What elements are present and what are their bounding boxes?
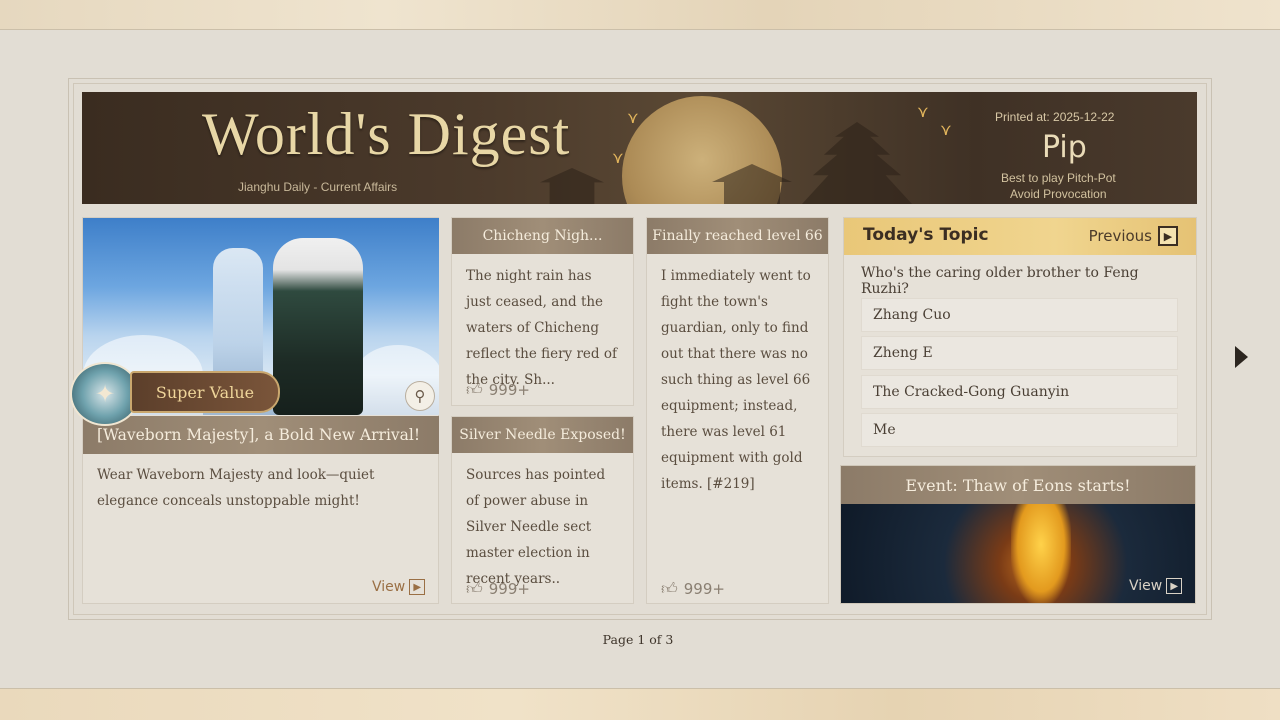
previous-topic-button[interactable]: Previous ▶ — [1089, 226, 1178, 246]
masthead-title: World's Digest — [202, 101, 571, 167]
masthead-banner: ⋎ ⋎ ⋎ ⋎ World's Digest Jianghu Daily - C… — [82, 92, 1197, 204]
article-body: I immediately went to fight the town's g… — [661, 268, 811, 492]
article-title: Finally reached level 66 — [647, 218, 828, 254]
zoom-search-button[interactable]: ⚲ — [405, 381, 435, 411]
bottom-border — [0, 688, 1280, 720]
player-name: Pip — [1042, 130, 1087, 165]
article-body: Sources has pointed of power abuse in Si… — [466, 467, 606, 587]
like-count: 999+ — [488, 381, 530, 399]
like-count: 999+ — [683, 580, 725, 598]
event-title: Event: Thaw of Eons starts! — [841, 466, 1195, 504]
thumbs-up-icon: 👍︎ — [466, 380, 483, 399]
like-counter[interactable]: 👍︎ 999+ — [466, 579, 530, 599]
feature-view-link[interactable]: View ▶ — [372, 579, 426, 595]
topic-title: Today's Topic — [863, 225, 989, 245]
search-icon: ⚲ — [414, 387, 426, 405]
pagoda-decoration — [802, 122, 912, 204]
previous-label: Previous — [1088, 227, 1152, 245]
article-card[interactable]: Finally reached level 66 I immediately w… — [646, 217, 829, 604]
bird-icon: ⋎ — [612, 148, 624, 167]
topic-header: Today's Topic Previous ▶ — [844, 218, 1196, 255]
answer-option[interactable]: Me — [861, 413, 1178, 447]
thumbs-up-icon: 👍︎ — [661, 579, 678, 598]
view-label: View — [1129, 578, 1163, 594]
article-card[interactable]: Chicheng Nigh... The night rain has just… — [451, 217, 634, 406]
daily-hint-good: Best to play Pitch-Pot — [1001, 171, 1116, 185]
article-card[interactable]: Silver Needle Exposed! Sources has point… — [451, 416, 634, 604]
masthead-subtitle: Jianghu Daily - Current Affairs — [238, 180, 398, 194]
answer-option[interactable]: Zheng E — [861, 336, 1178, 370]
arrow-right-icon: ▶ — [409, 579, 426, 595]
like-counter[interactable]: 👍︎ 999+ — [466, 380, 530, 400]
thumbs-up-icon: 👍︎ — [466, 579, 483, 598]
todays-topic-panel: Today's Topic Previous ▶ Who's the carin… — [843, 217, 1197, 457]
lantern-tree-decoration — [1011, 504, 1071, 603]
super-value-badge: ✦ Super Value — [70, 362, 280, 426]
event-view-link[interactable]: View ▶ — [1129, 578, 1183, 594]
next-page-arrow-icon[interactable] — [1235, 346, 1248, 368]
article-title: Chicheng Nigh... — [452, 218, 633, 254]
arrow-right-icon: ▶ — [1166, 578, 1183, 594]
article-body: The night rain has just ceased, and the … — [466, 268, 617, 388]
like-count: 999+ — [488, 580, 530, 598]
top-border — [0, 0, 1280, 30]
topic-question: Who's the caring older brother to Feng R… — [861, 265, 1139, 297]
answer-option[interactable]: Zhang Cuo — [861, 298, 1178, 332]
view-label: View — [372, 579, 406, 595]
character-figure-right — [273, 238, 363, 415]
pavilion-decoration — [540, 168, 604, 204]
page-indicator: Page 1 of 3 — [602, 632, 674, 647]
arrow-right-icon: ▶ — [1158, 226, 1178, 246]
like-counter[interactable]: 👍︎ 999+ — [661, 579, 725, 599]
event-card[interactable]: Event: Thaw of Eons starts! View ▶ — [840, 465, 1196, 604]
bird-icon: ⋎ — [917, 102, 929, 121]
answer-option[interactable]: The Cracked-Gong Guanyin — [861, 375, 1178, 409]
bird-icon: ⋎ — [940, 120, 952, 139]
badge-label: Super Value — [130, 371, 280, 413]
article-title: Silver Needle Exposed! — [452, 417, 633, 453]
bird-icon: ⋎ — [627, 108, 639, 127]
feature-description: Wear Waveborn Majesty and look—quiet ele… — [97, 467, 375, 509]
daily-hint-avoid: Avoid Provocation — [1010, 187, 1107, 201]
printed-date: Printed at: 2025-12-22 — [995, 110, 1115, 124]
